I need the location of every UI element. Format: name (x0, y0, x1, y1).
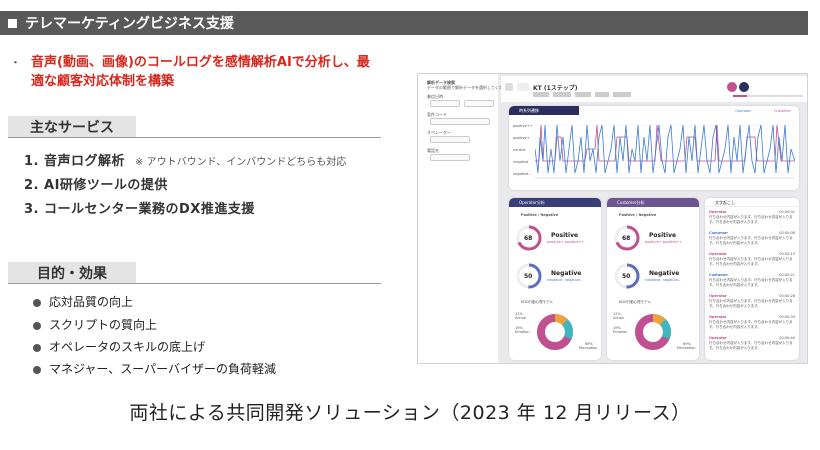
square-bullet-icon (8, 18, 17, 28)
operator-field[interactable] (430, 136, 470, 143)
transcript-panel: 文字起こし Operator 00:00:01 行ち合わせ内容が入ります。行ち合わせ… (705, 198, 799, 360)
transcript-text: 行ち合わせ内容が入ります。行ち合わせ内容が入ります。行ち合わせ内容が入ります。 (709, 215, 793, 224)
transcript-text: 行ち合わせ内容が入ります。行ち合わせ内容が入ります。行ち合わせ内容が入ります。 (709, 341, 793, 350)
section-header: テレマーケティングビジネス支援 (0, 11, 808, 35)
bullet-icon (33, 343, 41, 352)
legend-operator: Operator (735, 109, 751, 113)
transcript-speaker: Operator (709, 336, 727, 340)
transcript-header: 文字起こし (705, 198, 799, 207)
date-start-field[interactable] (430, 100, 460, 107)
transcript-time: 00:00:01 (779, 210, 795, 214)
date-end-field[interactable] (464, 100, 494, 107)
timeline-chart (535, 124, 795, 179)
dashboard-screenshot: 解析データ検索 データの範囲で解析データを選択してください 着信日時 案件コード… (417, 73, 808, 364)
caption: 両社による共同開発ソリューション（2023 年 12 月リリース） (129, 402, 691, 424)
transcript-speaker: Customer (709, 231, 728, 235)
effect-item: マネジャー、スーパーバイザーの負荷軽減 (33, 360, 276, 377)
transcript-time: 00:00:21 (779, 273, 795, 277)
transcript-time: 00:00:15 (779, 252, 795, 256)
effect-item: オペレータのスキルの底上げ (33, 338, 205, 355)
customer-panel-header: Customer分析 (607, 198, 699, 207)
effect-item: 応対品質の向上 (33, 293, 133, 310)
timeline-panel: 時系列遷移 Operator Customer positive++ posit… (509, 106, 799, 190)
transcript-text: 行ち合わせ内容が入ります。行ち合わせ内容が入ります。行ち合わせ内容が入ります。 (709, 257, 793, 266)
transcript-speaker: Operator (709, 315, 727, 319)
operator-analysis-panel: Operator分析 Positive / Negative 68 50 Pos… (509, 198, 601, 360)
topbar-graphics (505, 82, 803, 97)
transcript-text: 行ち合わせ内容が入ります。行ち合わせ内容が入ります。行ち合わせ内容が入ります。 (709, 278, 793, 287)
effects-divider (8, 283, 381, 284)
transcript-speaker: Operator (709, 252, 727, 256)
case-code-field[interactable] (430, 118, 490, 125)
transcript-speaker: Operator (709, 294, 727, 298)
effects-title: 目的・効果 (8, 262, 136, 283)
customer-analysis-panel: Customer分析 Positive / Negative 68 50 Pos… (607, 198, 699, 360)
transcript-time: 00:00:28 (779, 294, 795, 298)
section-header-title: テレマーケティングビジネス支援 (25, 16, 234, 32)
lead-statement: ・ 音声(動画、画像)のコールログを感情解析AIで分析し、最適な顧客対応体制を構… (10, 53, 381, 91)
transcript-time: 00:00:40 (779, 336, 795, 340)
service-item: 2. AI研修ツールの提供 (24, 178, 168, 193)
timeline-header: 時系列遷移 (509, 106, 579, 115)
transcript-speaker: Customer (709, 273, 728, 277)
transcript-time: 00:00:08 (779, 231, 795, 235)
effect-item: スクリプトの質向上 (33, 316, 157, 333)
legend-customer: Customer (773, 109, 791, 113)
dashboard-topbar: KT (1ステップ) (501, 76, 807, 102)
dashboard-sidebar: 解析データ検索 データの範囲で解析データを選択してください 着信日時 案件コード… (418, 74, 511, 363)
bullet-icon (33, 321, 41, 330)
services-title: 主なサービス (8, 116, 136, 137)
bullet-icon (33, 298, 41, 307)
lead-bullet: ・ (10, 56, 21, 69)
transcript-speaker: Operator (709, 210, 727, 214)
lead-text: 音声(動画、画像)のコールログを感情解析AIで分析し、最適な顧客対応体制を構築 (31, 55, 370, 89)
service-item: 3. コールセンター業務のDX推進支援 (24, 202, 255, 217)
transcript-text: 行ち合わせ内容が入ります。行ち合わせ内容が入ります。行ち合わせ内容が入ります。 (709, 320, 793, 329)
services-divider (8, 137, 381, 138)
transcript-text: 行ち合わせ内容が入ります。行ち合わせ内容が入ります。行ち合わせ内容が入ります。 (709, 299, 793, 308)
bullet-icon (33, 365, 41, 374)
phone-field[interactable] (430, 154, 470, 161)
transcript-text: 行ち合わせ内容が入ります。行ち合わせ内容が入ります。行ち合わせ内容が入ります。 (709, 236, 793, 245)
service-item: 1. 音声ログ解析 ※ アウトバウンド、インバウンドどちらも対応 (24, 154, 347, 169)
operator-panel-header: Operator分析 (509, 198, 601, 207)
transcript-time: 00:00:34 (779, 315, 795, 319)
